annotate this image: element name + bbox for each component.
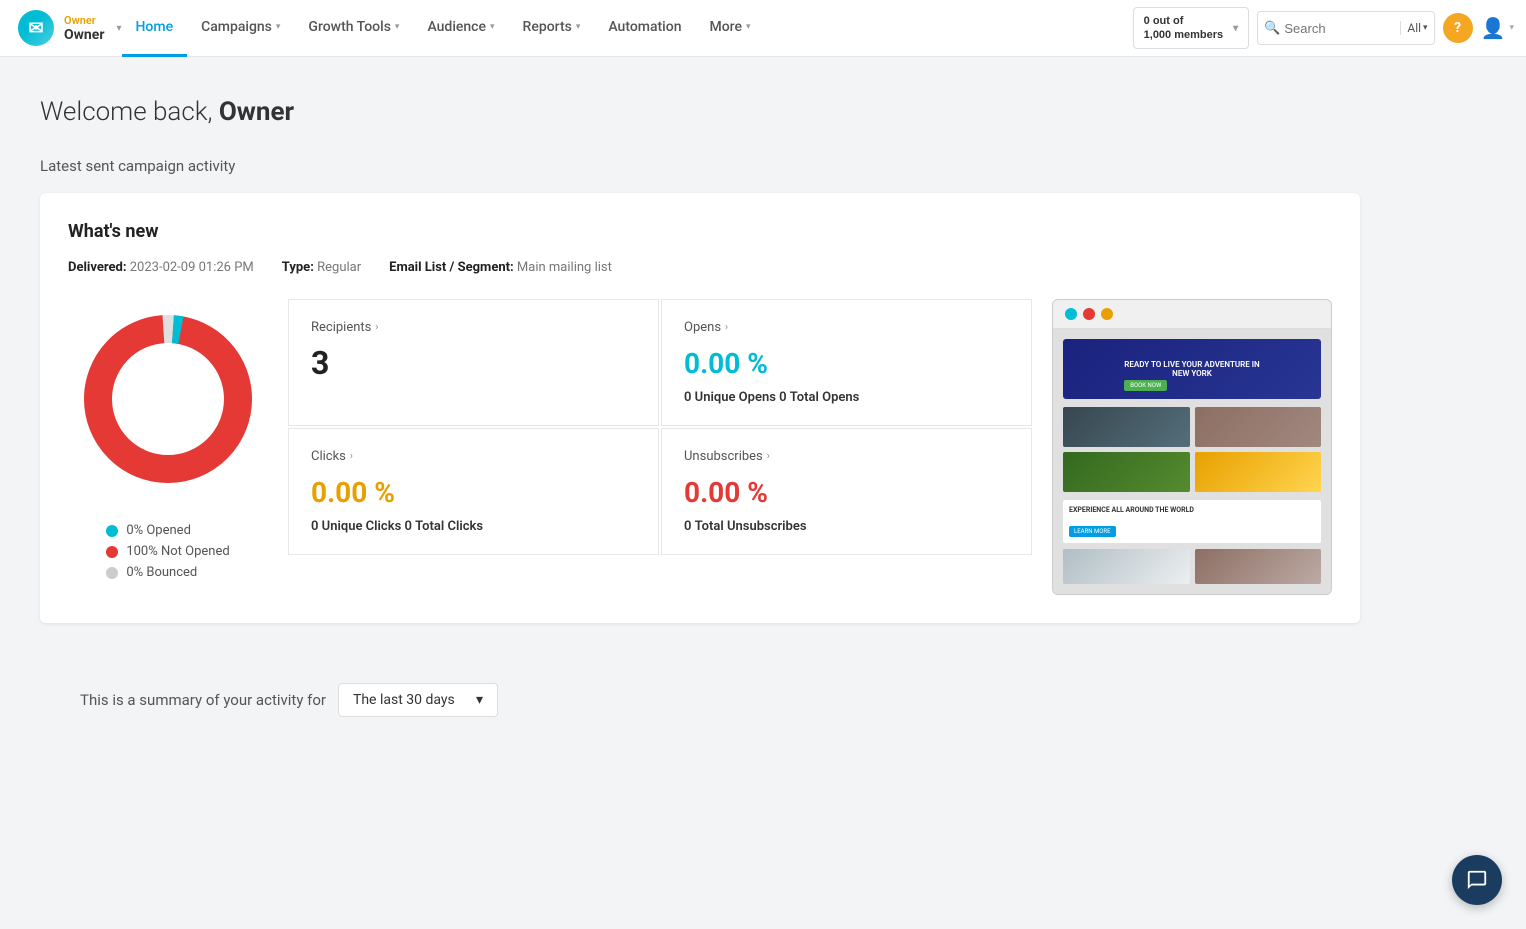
nav-audience[interactable]: Audience ▾	[413, 0, 508, 57]
nav-logo: ✉	[12, 0, 60, 57]
email-img-3	[1063, 452, 1190, 492]
bottom-bar: This is a summary of your activity for T…	[40, 663, 1360, 737]
stat-recipients: Recipients › 3	[288, 299, 659, 426]
brand-icon: ✉	[18, 10, 54, 46]
reports-chevron-icon: ▾	[576, 22, 581, 32]
campaign-card: What's new Delivered: 2023-02-09 01:26 P…	[40, 193, 1360, 623]
card-title: What's new	[68, 221, 1332, 242]
legend-bounced-dot	[106, 567, 118, 579]
nav-right-area: 0 out of 1,000 members ▾ 🔍 All ▾ ? 👤 ▾	[1133, 7, 1514, 50]
recipients-chevron-icon: ›	[375, 322, 378, 333]
user-avatar-icon: 👤	[1481, 16, 1506, 40]
preview-dots	[1053, 300, 1331, 329]
chat-icon	[1466, 869, 1488, 891]
clicks-percent: 0.00 %	[311, 476, 636, 509]
email-preview: READY TO LIVE YOUR ADVENTURE INNEW YORK …	[1052, 299, 1332, 595]
unsubscribes-percent: 0.00 %	[684, 476, 1009, 509]
user-menu[interactable]: 👤 ▾	[1481, 16, 1514, 40]
period-chevron-icon: ▾	[476, 692, 483, 708]
search-filter-chevron-icon: ▾	[1423, 23, 1428, 33]
unsubscribes-sub: 0 Total Unsubscribes	[684, 519, 1009, 534]
user-chevron-icon: ▾	[1509, 23, 1514, 33]
clicks-sub: 0 Unique Clicks 0 Total Clicks	[311, 519, 636, 534]
delivered-meta: Delivered: 2023-02-09 01:26 PM	[68, 260, 254, 275]
period-label: The last 30 days	[353, 692, 455, 708]
email-preview-content: READY TO LIVE YOUR ADVENTURE INNEW YORK …	[1053, 329, 1331, 594]
legend-not-opened: 100% Not Opened	[106, 544, 229, 559]
nav-more[interactable]: More ▾	[696, 0, 765, 57]
navbar: ✉ Owner Owner ▾ Home Campaigns ▾ Growth …	[0, 0, 1526, 57]
brand-title: Owner	[64, 27, 104, 43]
email-hero: READY TO LIVE YOUR ADVENTURE INNEW YORK …	[1063, 339, 1321, 399]
legend-opened-dot	[106, 525, 118, 537]
unsubscribes-title[interactable]: Unsubscribes ›	[684, 449, 1009, 464]
preview-dot-yellow	[1101, 308, 1113, 320]
stat-unsubscribes: Unsubscribes › 0.00 % 0 Total Unsubscrib…	[661, 428, 1032, 555]
audience-chevron-icon: ▾	[490, 22, 495, 32]
email-list-meta: Email List / Segment: Main mailing list	[389, 260, 612, 275]
legend-bounced: 0% Bounced	[106, 565, 229, 580]
legend-opened: 0% Opened	[106, 523, 229, 538]
nav-home[interactable]: Home	[122, 0, 188, 57]
search-bar[interactable]: 🔍 All ▾	[1257, 11, 1434, 45]
brand-text: Owner Owner	[64, 14, 104, 43]
email-section: EXPERIENCE ALL AROUND THE WORLD LEARN MO…	[1063, 500, 1321, 543]
preview-dot-red	[1083, 308, 1095, 320]
opens-percent: 0.00 %	[684, 347, 1009, 380]
recipients-title[interactable]: Recipients ›	[311, 320, 636, 335]
members-button[interactable]: 0 out of 1,000 members ▾	[1133, 7, 1250, 50]
chat-button[interactable]	[1452, 855, 1502, 905]
search-input[interactable]	[1280, 21, 1400, 36]
nav-campaigns[interactable]: Campaigns ▾	[187, 0, 294, 57]
stat-opens: Opens › 0.00 % 0 Unique Opens 0 Total Op…	[661, 299, 1032, 426]
email-room-img-2	[1195, 549, 1322, 584]
brand-top-label: Owner	[64, 14, 104, 27]
opens-title[interactable]: Opens ›	[684, 320, 1009, 335]
stat-clicks: Clicks › 0.00 % 0 Unique Clicks 0 Total …	[288, 428, 659, 555]
unsubscribes-chevron-icon: ›	[767, 451, 770, 462]
type-meta: Type: Regular	[282, 260, 361, 275]
stats-grid: Recipients › 3 Opens › 0.00 % 0 Unique O…	[288, 299, 1032, 555]
campaigns-chevron-icon: ▾	[276, 22, 281, 32]
period-dropdown[interactable]: The last 30 days ▾	[338, 683, 498, 717]
donut-area: 0% Opened 100% Not Opened 0% Bounced	[68, 299, 268, 580]
section-title: Latest sent campaign activity	[40, 157, 1360, 175]
growth-tools-chevron-icon: ▾	[395, 22, 400, 32]
nav-automation[interactable]: Automation	[594, 0, 695, 57]
clicks-chevron-icon: ›	[350, 451, 353, 462]
more-chevron-icon: ▾	[746, 22, 751, 32]
donut-chart	[68, 299, 268, 499]
donut-legend: 0% Opened 100% Not Opened 0% Bounced	[106, 523, 229, 580]
search-icon: 🔍	[1264, 21, 1280, 36]
welcome-heading: Welcome back, Owner	[40, 97, 1360, 127]
recipients-value: 3	[311, 347, 636, 379]
preview-dot-teal	[1065, 308, 1077, 320]
clicks-title[interactable]: Clicks ›	[311, 449, 636, 464]
summary-text: This is a summary of your activity for	[80, 691, 326, 709]
email-image-grid	[1063, 407, 1321, 492]
nav-reports[interactable]: Reports ▾	[509, 0, 595, 57]
nav-growth-tools[interactable]: Growth Tools ▾	[294, 0, 413, 57]
email-img-1	[1063, 407, 1190, 447]
email-img-4	[1195, 452, 1322, 492]
opens-sub: 0 Unique Opens 0 Total Opens	[684, 390, 1009, 405]
brand-area[interactable]: Owner Owner ▾	[60, 14, 122, 43]
card-body: 0% Opened 100% Not Opened 0% Bounced	[68, 299, 1332, 595]
search-filter-dropdown[interactable]: All ▾	[1400, 21, 1427, 35]
card-meta: Delivered: 2023-02-09 01:26 PM Type: Reg…	[68, 260, 1332, 275]
email-mock-body: READY TO LIVE YOUR ADVENTURE INNEW YORK …	[1053, 329, 1331, 594]
email-room-grid	[1063, 549, 1321, 584]
opens-chevron-icon: ›	[725, 322, 728, 333]
help-button[interactable]: ?	[1443, 13, 1473, 43]
email-room-img-1	[1063, 549, 1190, 584]
members-chevron-icon: ▾	[1233, 23, 1238, 34]
email-img-2	[1195, 407, 1322, 447]
main-content: Welcome back, Owner Latest sent campaign…	[0, 57, 1400, 797]
legend-not-opened-dot	[106, 546, 118, 558]
